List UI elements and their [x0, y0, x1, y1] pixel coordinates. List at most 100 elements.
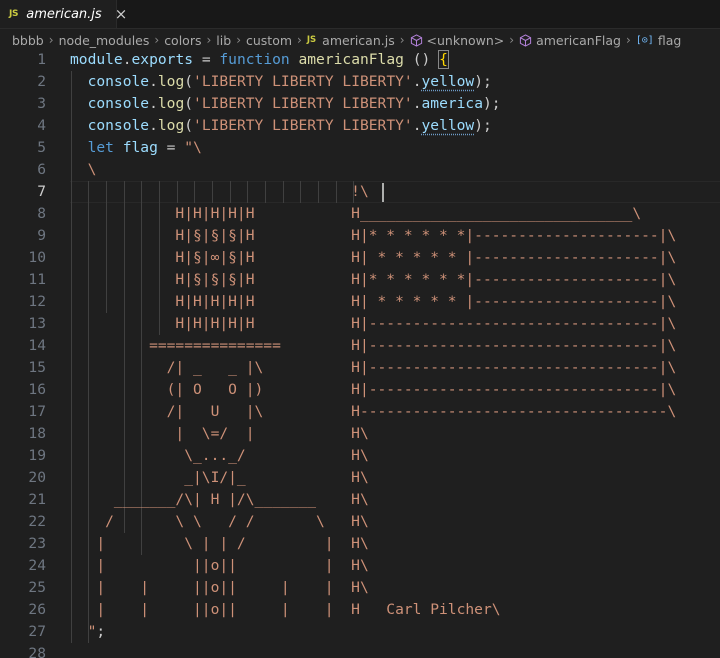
line-number: 2 [37, 73, 46, 90]
code-editor[interactable]: 1 module.exports = function americanFlag … [0, 49, 720, 658]
line-number: 10 [28, 249, 46, 266]
code-line[interactable]: 22 / \ \ / / \ H\ [0, 511, 720, 533]
code-text: | | ||o|| | | H\ [70, 579, 369, 596]
code-line[interactable]: 16 (| O O |) H|-------------------------… [0, 379, 720, 401]
code-line[interactable]: 4 console.log('LIBERTY LIBERTY LIBERTY'.… [0, 115, 720, 137]
code-line[interactable]: 18 | \=/ | H\ [0, 423, 720, 445]
line-number: 12 [28, 293, 46, 310]
line-number: 5 [37, 139, 46, 156]
code-text: | ||o|| | H\ [70, 557, 369, 574]
code-text: | | ||o|| | | H Carl Pilcher\ [70, 601, 501, 618]
chevron-right-icon: › [236, 33, 241, 47]
line-number: 27 [28, 623, 46, 640]
line-number: 14 [28, 337, 46, 354]
code-line[interactable]: 28 [0, 643, 720, 658]
breadcrumb: bbbb › node_modules › colors › lib › cus… [0, 29, 720, 51]
code-text: \ [70, 161, 97, 178]
code-text: H|§|∞|§|H H| * * * * * |----------------… [70, 249, 677, 266]
code-line[interactable]: 10 H|§|∞|§|H H| * * * * * |-------------… [0, 247, 720, 269]
code-text: module.exports = function americanFlag (… [70, 50, 449, 69]
line-number: 3 [37, 95, 46, 112]
code-line[interactable]: 14 =============== H|-------------------… [0, 335, 720, 357]
code-line[interactable]: 15 /| _ _ |\ H|-------------------------… [0, 357, 720, 379]
line-number: 16 [28, 381, 46, 398]
tab-bar: JS american.js × [0, 0, 720, 29]
chevron-right-icon: › [48, 33, 54, 47]
code-text: console.log('LIBERTY LIBERTY LIBERTY'.am… [87, 95, 501, 112]
code-text: H|H|H|H|H H_____________________________… [70, 205, 642, 222]
text-cursor [382, 183, 384, 202]
line-number: 15 [28, 359, 46, 376]
chevron-right-icon: › [625, 33, 631, 47]
code-text: H|H|H|H|H H| * * * * * |----------------… [70, 293, 677, 310]
code-line[interactable]: 26 | | ||o|| | | H Carl Pilcher\ [0, 599, 720, 621]
breadcrumb-item-custom[interactable]: custom [246, 33, 292, 48]
code-text: | \=/ | H\ [70, 425, 369, 442]
code-line[interactable]: 25 | | ||o|| | | H\ [0, 577, 720, 599]
tab-american-js[interactable]: JS american.js × [0, 0, 127, 28]
symbol-method-icon [519, 33, 532, 47]
code-line[interactable]: 23 | \ | | / | H\ [0, 533, 720, 555]
line-number: 13 [28, 315, 46, 332]
code-text: /| _ _ |\ H|----------------------------… [70, 359, 677, 376]
line-number: 8 [37, 205, 46, 222]
code-line[interactable]: 11 H|§|§|§|H H|* * * * * *|-------------… [0, 269, 720, 291]
line-number: 22 [28, 513, 46, 530]
breadcrumb-item-american-flag[interactable]: americanFlag [536, 33, 621, 48]
code-line[interactable]: 12 H|H|H|H|H H| * * * * * |-------------… [0, 291, 720, 313]
code-line[interactable]: 5 let flag = "\ [0, 137, 720, 159]
line-number: 6 [37, 161, 46, 178]
code-text: "; [87, 623, 106, 640]
code-text: =============== H|----------------------… [70, 337, 677, 354]
code-line[interactable]: 2 console.log('LIBERTY LIBERTY LIBERTY'.… [0, 71, 720, 93]
code-line[interactable]: 8 H|H|H|H|H H___________________________… [0, 203, 720, 225]
line-number: 20 [28, 469, 46, 486]
line-number: 24 [28, 557, 46, 574]
line-number: 4 [37, 117, 46, 134]
line-number: 21 [28, 491, 46, 508]
code-text: console.log('LIBERTY LIBERTY LIBERTY'.ye… [87, 73, 492, 90]
code-text: H|§|§|§|H H|* * * * * *|----------------… [70, 227, 677, 244]
code-line[interactable]: 21 _______/\| H |/\_______ H\ [0, 489, 720, 511]
breadcrumb-item-bbbb[interactable]: bbbb [12, 33, 44, 48]
line-number: 7 [37, 183, 46, 200]
code-line[interactable]: 17 /| U |\ H----------------------------… [0, 401, 720, 423]
code-line[interactable]: 7 !\ [0, 181, 720, 203]
code-text: _|\I/|_ H\ [70, 469, 369, 486]
line-number: 17 [28, 403, 46, 420]
code-text: !\ [70, 183, 369, 200]
breadcrumb-item-flag[interactable]: flag [658, 33, 681, 48]
code-line[interactable]: 24 | ||o|| | H\ [0, 555, 720, 577]
chevron-right-icon: › [154, 33, 160, 47]
code-line[interactable]: 1 module.exports = function americanFlag … [0, 49, 720, 71]
code-text: _______/\| H |/\_______ H\ [70, 491, 369, 508]
code-line[interactable]: 27 "; [0, 621, 720, 643]
code-line[interactable]: 13 H|H|H|H|H H|-------------------------… [0, 313, 720, 335]
code-line[interactable]: 3 console.log('LIBERTY LIBERTY LIBERTY'.… [0, 93, 720, 115]
code-text: / \ \ / / \ H\ [70, 513, 369, 530]
chevron-right-icon: › [297, 33, 302, 47]
javascript-file-icon: JS [9, 9, 19, 19]
code-text: H|H|H|H|H H|----------------------------… [70, 315, 677, 332]
breadcrumb-item-colors[interactable]: colors [164, 33, 201, 48]
code-text: | \ | | / | H\ [70, 535, 369, 552]
breadcrumb-item-unknown[interactable]: <unknown> [427, 33, 505, 48]
code-line[interactable]: 9 H|§|§|§|H H|* * * * * *|--------------… [0, 225, 720, 247]
breadcrumb-item-node-modules[interactable]: node_modules [59, 33, 150, 48]
tab-label: american.js [26, 6, 102, 22]
code-line[interactable]: 20 _|\I/|_ H\ [0, 467, 720, 489]
code-line[interactable]: 6 \ [0, 159, 720, 181]
code-text: /| U |\ H-------------------------------… [70, 403, 677, 420]
symbol-variable-icon: [⊙] [635, 34, 654, 46]
line-number: 19 [28, 447, 46, 464]
line-number: 23 [28, 535, 46, 552]
code-text: console.log('LIBERTY LIBERTY LIBERTY'.ye… [87, 117, 492, 134]
code-line[interactable]: 19 \_..._/ H\ [0, 445, 720, 467]
breadcrumb-item-file[interactable]: american.js [322, 33, 395, 48]
chevron-right-icon: › [399, 33, 405, 47]
breadcrumb-item-lib[interactable]: lib [216, 33, 231, 48]
line-number: 26 [28, 601, 46, 618]
line-number: 9 [37, 227, 46, 244]
close-icon[interactable]: × [115, 6, 128, 22]
javascript-file-icon: JS [306, 35, 317, 45]
